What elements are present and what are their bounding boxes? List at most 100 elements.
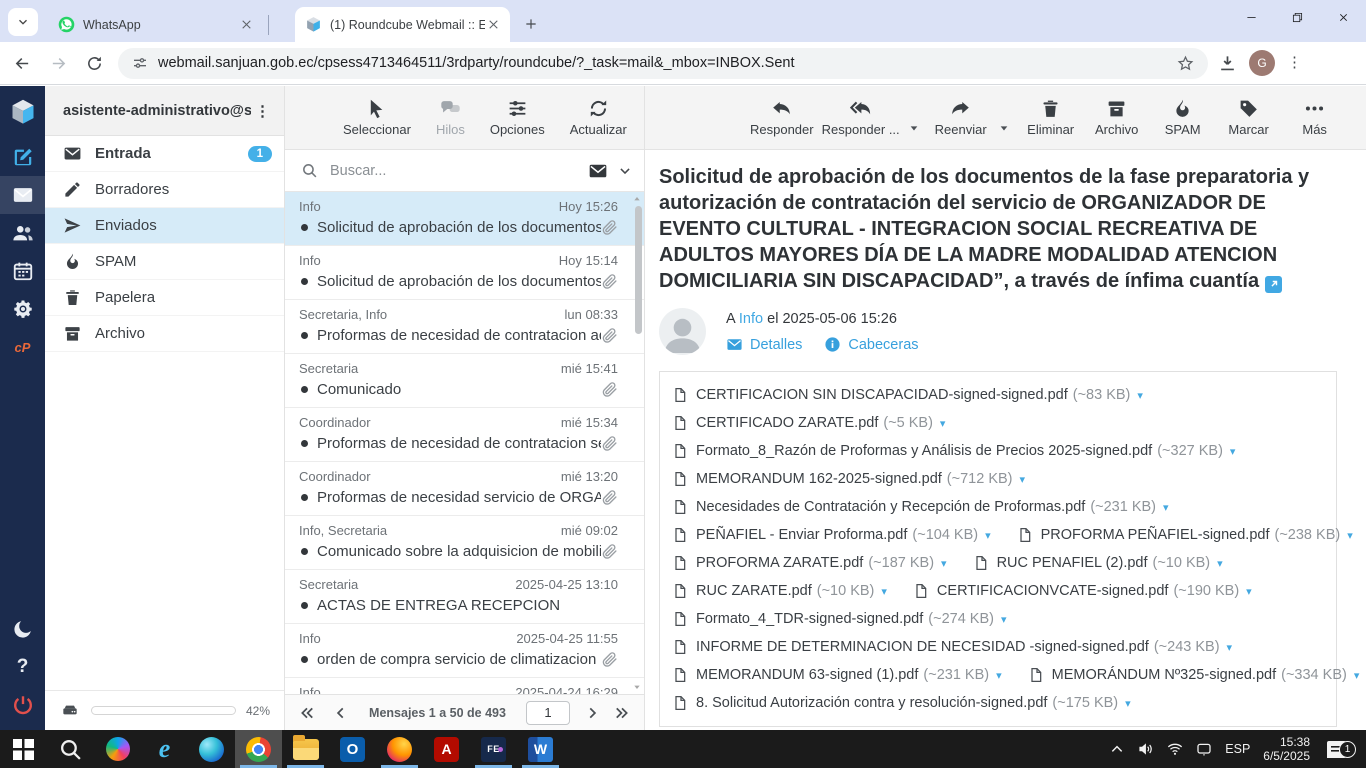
taskbar-edge-icon[interactable]: [188, 730, 235, 768]
search-scope-mail-icon[interactable]: [588, 161, 608, 181]
search-options-chevron-icon[interactable]: [618, 164, 632, 178]
taskbar-outlook-icon[interactable]: O: [329, 730, 376, 768]
last-page-icon[interactable]: [614, 706, 630, 720]
attachment-menu-caret-icon[interactable]: ▾: [1354, 669, 1360, 682]
volume-icon[interactable]: [1138, 741, 1154, 757]
tray-chevron-up-icon[interactable]: [1109, 741, 1125, 757]
new-tab-button[interactable]: [518, 11, 544, 37]
attachment-menu-caret-icon[interactable]: ▾: [881, 585, 887, 598]
attachment-item[interactable]: Necesidades de Contratación y Recepción …: [672, 499, 1169, 515]
search-bar[interactable]: Buscar...: [285, 150, 644, 192]
attachment-menu-caret-icon[interactable]: ▾: [1001, 613, 1007, 626]
attachment-menu-caret-icon[interactable]: ▾: [1217, 557, 1223, 570]
reply-all-button[interactable]: Responder ...: [822, 98, 900, 137]
taskbar-acrobat-icon[interactable]: A: [423, 730, 470, 768]
message-list-item[interactable]: Coordinador mié 13:20 Proformas de neces…: [285, 462, 644, 516]
address-bar[interactable]: webmail.sanjuan.gob.ec/cpsess4713464511/…: [118, 48, 1208, 79]
rail-mail-button[interactable]: [0, 176, 45, 214]
rail-compose-button[interactable]: [0, 138, 45, 176]
folder-item-enviados[interactable]: Enviados: [45, 208, 284, 244]
attachment-menu-caret-icon[interactable]: ▾: [1347, 529, 1353, 542]
profile-avatar[interactable]: G: [1249, 50, 1275, 76]
attachment-item[interactable]: CERTIFICADO ZARATE.pdf (~5 KB) ▾: [672, 415, 945, 431]
attachment-menu-caret-icon[interactable]: ▾: [1125, 697, 1131, 710]
message-list-item[interactable]: Info 2025-04-25 11:55 orden de compra se…: [285, 624, 644, 678]
spam-button[interactable]: SPAM: [1154, 98, 1212, 137]
reply-button[interactable]: Responder: [750, 98, 814, 137]
downloads-icon[interactable]: [1218, 54, 1237, 73]
list-scroll-up-icon[interactable]: [632, 195, 642, 203]
connect-icon[interactable]: [1196, 741, 1212, 757]
attachment-menu-caret-icon[interactable]: ▾: [1230, 445, 1236, 458]
taskbar-copilot-icon[interactable]: [94, 730, 141, 768]
notification-center-button[interactable]: 1: [1327, 741, 1356, 758]
taskbar-word-icon[interactable]: W: [517, 730, 564, 768]
attachment-item[interactable]: Formato_8_Razón de Proformas y Análisis …: [672, 443, 1235, 459]
attachment-item[interactable]: RUC PENAFIEL (2).pdf (~10 KB) ▾: [973, 555, 1223, 571]
attachment-menu-caret-icon[interactable]: ▾: [996, 669, 1002, 682]
site-settings-icon[interactable]: [132, 55, 148, 71]
attachment-item[interactable]: PROFORMA ZARATE.pdf (~187 KB) ▾: [672, 555, 947, 571]
attachment-item[interactable]: 8. Solicitud Autorización contra y resol…: [672, 695, 1131, 711]
attachment-item[interactable]: Formato_4_TDR-signed-signed.pdf (~274 KB…: [672, 611, 1007, 627]
language-indicator[interactable]: ESP: [1225, 742, 1250, 756]
back-button[interactable]: [8, 49, 36, 77]
attachment-item[interactable]: CERTIFICACION SIN DISCAPACIDAD-signed-si…: [672, 387, 1143, 403]
rail-settings-button[interactable]: [0, 290, 45, 328]
attachment-item[interactable]: INFORME DE DETERMINACION DE NECESIDAD -s…: [672, 639, 1232, 655]
folder-item-archivo[interactable]: Archivo: [45, 316, 284, 352]
attachment-menu-caret-icon[interactable]: ▾: [1020, 473, 1026, 486]
prev-page-icon[interactable]: [333, 706, 349, 720]
recipient-link[interactable]: Info: [739, 311, 763, 327]
details-toggle[interactable]: Detalles: [726, 336, 802, 353]
taskbar-chrome-icon[interactable]: [235, 730, 282, 768]
tab-roundcube[interactable]: (1) Roundcube Webmail :: Envia: [295, 7, 510, 42]
attachment-item[interactable]: MEMORANDUM 162-2025-signed.pdf (~712 KB)…: [672, 471, 1025, 487]
rail-calendar-button[interactable]: [0, 252, 45, 290]
search-input[interactable]: Buscar...: [330, 163, 588, 179]
message-list-item[interactable]: Info 2025-04-24 16:29: [285, 678, 644, 694]
window-close-button[interactable]: [1320, 0, 1366, 34]
taskbar-ie-icon[interactable]: e: [141, 730, 188, 768]
bookmark-star-icon[interactable]: [1177, 55, 1194, 72]
attachment-menu-caret-icon[interactable]: ▾: [1246, 585, 1252, 598]
close-tab-icon[interactable]: [238, 16, 255, 33]
taskbar-start-icon[interactable]: [0, 730, 47, 768]
more-button[interactable]: Más: [1286, 98, 1344, 137]
select-button[interactable]: Seleccionar: [343, 98, 411, 137]
message-list-item[interactable]: Info, Secretaria mié 09:02 Comunicado so…: [285, 516, 644, 570]
url-text[interactable]: webmail.sanjuan.gob.ec/cpsess4713464511/…: [158, 55, 1177, 71]
threads-button[interactable]: Hilos: [436, 98, 465, 137]
attachment-item[interactable]: PEÑAFIEL - Enviar Proforma.pdf (~104 KB)…: [672, 527, 991, 543]
message-list-item[interactable]: Info Hoy 15:14 Solicitud de aprobación d…: [285, 246, 644, 300]
attachment-item[interactable]: RUC ZARATE.pdf (~10 KB) ▾: [672, 583, 887, 599]
window-minimize-button[interactable]: [1228, 0, 1274, 34]
options-button[interactable]: Opciones: [490, 98, 545, 137]
message-list-item[interactable]: Secretaria mié 15:41 Comunicado: [285, 354, 644, 408]
page-number-input[interactable]: 1: [526, 701, 570, 725]
browser-menu-icon[interactable]: ⋮: [1287, 61, 1291, 65]
message-list-item[interactable]: Secretaria, Info lun 08:33 Proformas de …: [285, 300, 644, 354]
message-list-item[interactable]: Coordinador mié 15:34 Proformas de neces…: [285, 408, 644, 462]
attachment-menu-caret-icon[interactable]: ▾: [1227, 641, 1233, 654]
window-restore-button[interactable]: [1274, 0, 1320, 34]
forward-button[interactable]: Reenviar: [932, 98, 990, 137]
rail-help-button[interactable]: ?: [0, 648, 45, 686]
wifi-icon[interactable]: [1167, 741, 1183, 757]
forward-dropdown-icon[interactable]: [998, 123, 1010, 133]
reply-all-dropdown-icon[interactable]: [908, 123, 920, 133]
tab-search-button[interactable]: [8, 8, 38, 36]
taskbar-firefox-icon[interactable]: [376, 730, 423, 768]
taskbar-search-icon[interactable]: [47, 730, 94, 768]
account-menu-icon[interactable]: ⋮: [251, 102, 274, 120]
rail-logout-power-button[interactable]: [0, 686, 45, 724]
rail-darkmode-moon-button[interactable]: [0, 610, 45, 648]
first-page-icon[interactable]: [299, 706, 315, 720]
delete-button[interactable]: Eliminar: [1022, 98, 1080, 137]
rail-contacts-button[interactable]: [0, 214, 45, 252]
clock[interactable]: 15:38 6/5/2025: [1263, 735, 1310, 763]
attachment-menu-caret-icon[interactable]: ▾: [1163, 501, 1169, 514]
message-list-item[interactable]: Info Hoy 15:26 Solicitud de aprobación d…: [285, 192, 644, 246]
message-list-item[interactable]: Secretaria 2025-04-25 13:10 ACTAS DE ENT…: [285, 570, 644, 624]
headers-toggle[interactable]: Cabeceras: [824, 336, 918, 353]
